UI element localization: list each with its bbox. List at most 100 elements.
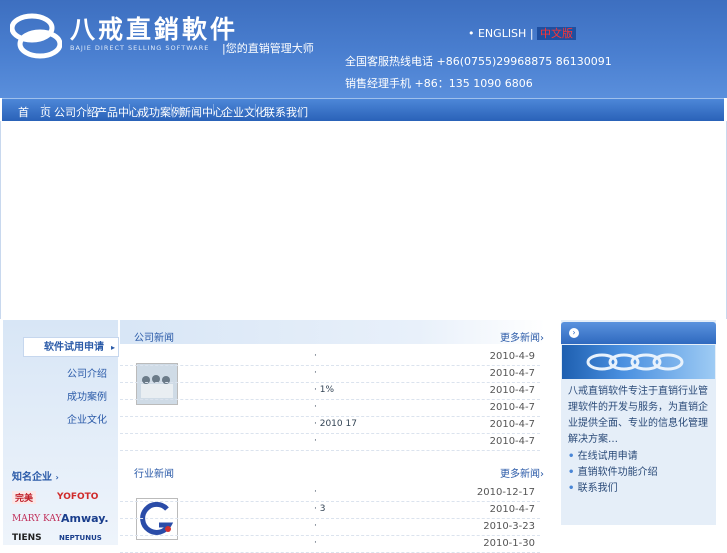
more-label: 更多新闻 — [500, 333, 540, 344]
news-title[interactable]: · — [314, 351, 317, 361]
more-news-link[interactable]: 更多新闻› — [500, 329, 544, 344]
news-date: 2010-4-7 — [489, 504, 535, 515]
news-title[interactable]: · — [314, 402, 317, 412]
news-title[interactable]: · — [314, 436, 317, 446]
header: 八戒直銷軟件 BAJIE DIRECT SELLING SOFTWARE |您的… — [0, 0, 727, 98]
brand-logo[interactable]: 完美 — [12, 491, 37, 504]
nav-contact[interactable]: 联系我们 — [264, 104, 308, 120]
chain-banner-image — [562, 345, 715, 379]
news-title[interactable]: · — [314, 538, 317, 548]
mobile-line: 销售经理手机 +86：135 1090 6806 — [345, 75, 533, 91]
link-label: 在线试用申请 — [577, 451, 638, 462]
company-news-section: 公司新闻 更多新闻› · 2010-4-9 · 2010-4-7 · 1% 2010-… — [120, 320, 550, 460]
mobile-number: +86：135 1090 6806 — [414, 77, 533, 90]
nav-products[interactable]: 产品中心 — [96, 104, 140, 120]
right-panel-header: › — [561, 322, 716, 344]
bullet-icon: • — [568, 451, 575, 462]
famous-title-text: 知名企业 — [12, 472, 52, 483]
news-date: 2010-4-7 — [489, 436, 535, 447]
news-row[interactable]: · 2010-4-9 — [120, 348, 540, 366]
sidebar-item-about[interactable]: 公司介绍 — [3, 365, 107, 380]
nav-home[interactable]: 首 页 — [18, 104, 51, 120]
news-date: 2010-4-7 — [489, 368, 535, 379]
logo-subtitle: BAJIE DIRECT SELLING SOFTWARE — [70, 44, 210, 52]
news-row[interactable]: · 2010-1-30 — [120, 535, 540, 553]
news-title[interactable]: · — [314, 368, 317, 378]
sidebar-item-culture[interactable]: 企业文化 — [3, 411, 107, 426]
nav-separator — [171, 104, 172, 116]
news-row[interactable]: · 2010-4-7 — [120, 365, 540, 383]
language-switcher: • ENGLISH | 中文版 — [468, 25, 577, 41]
intro-text: 八戒直销软件专注于直销行业管理软件的开发与服务，为直销企业提供全面、专业的信息化… — [568, 386, 708, 445]
nav-news[interactable]: 新闻中心 — [180, 104, 224, 120]
nav-separator — [255, 104, 256, 116]
brand-logo[interactable]: YOFOTO — [57, 492, 98, 502]
link-label: 联系我们 — [577, 483, 618, 494]
bullet-icon: • — [568, 467, 575, 478]
industry-news-section: 行业新闻 更多新闻› · 2010-12-17 · 3 2010-4-7 · 2010… — [120, 455, 550, 553]
hotline: 全国客服热线电话 +86(0755)29968875 86130091 — [345, 53, 612, 69]
lang-divider: | — [529, 27, 534, 40]
news-date: 2010-4-7 — [489, 419, 535, 430]
sidebar-item-label: 软件试用申请 — [44, 342, 104, 353]
sidebar-item-trial[interactable]: 软件试用申请 ▸ — [23, 337, 119, 357]
arrow-right-icon: › — [540, 333, 544, 344]
section-header: 行业新闻 更多新闻› — [120, 455, 545, 480]
link-label: 直销软件功能介绍 — [577, 467, 658, 478]
nav-separator — [129, 104, 130, 116]
features-link[interactable]: • 直销软件功能介绍 — [568, 463, 658, 478]
sidebar: 软件试用申请 ▸ 公司介绍 成功案例 企业文化 知名企业 › 完美 YOFOTO… — [3, 320, 119, 545]
famous-companies-title: 知名企业 › — [12, 468, 59, 483]
hotline-number: +86(0755)29968875 86130091 — [436, 55, 612, 68]
english-link[interactable]: • ENGLISH — [468, 27, 526, 40]
news-title[interactable]: · 2010 17 — [314, 419, 357, 429]
news-date: 2010-12-17 — [476, 487, 535, 498]
news-row[interactable]: · 2010-4-7 — [120, 399, 540, 417]
chevron-right-icon: › — [569, 328, 579, 338]
nav-cases[interactable]: 成功案例 — [138, 104, 182, 120]
brand-logo[interactable]: Amway. — [61, 512, 109, 525]
mobile-label: 销售经理手机 — [345, 77, 411, 90]
slogan: |您的直销管理大师 — [222, 42, 314, 55]
nav-separator — [213, 104, 214, 116]
section-title: 行业新闻 — [134, 469, 174, 480]
news-date: 2010-3-23 — [483, 521, 535, 532]
brand-logo[interactable]: TIENS — [12, 533, 42, 543]
brand-logo[interactable]: MARY KAY — [12, 514, 61, 524]
arrow-right-icon: ▸ — [110, 343, 115, 352]
nav-about[interactable]: 公司介绍 — [54, 104, 98, 120]
contact-link[interactable]: • 联系我们 — [568, 479, 618, 494]
chinese-link[interactable]: 中文版 — [537, 27, 577, 40]
news-date: 2010-4-7 — [489, 385, 535, 396]
hotline-label: 全国客服热线电话 — [345, 55, 433, 68]
news-title[interactable]: · — [314, 521, 317, 531]
news-row[interactable]: · 2010 17 2010-4-7 — [120, 416, 540, 434]
news-row[interactable]: · 2010-3-23 — [120, 518, 540, 536]
logo-icon[interactable] — [9, 12, 63, 60]
nav-culture[interactable]: 企业文化 — [222, 104, 266, 120]
trial-link[interactable]: • 在线试用申请 — [568, 447, 638, 462]
nav-separator — [87, 104, 88, 116]
bullet-icon: • — [568, 483, 575, 494]
news-title[interactable]: · — [314, 487, 317, 497]
news-row[interactable]: · 2010-4-7 — [120, 433, 540, 451]
news-row[interactable]: · 1% 2010-4-7 — [120, 382, 540, 400]
sidebar-item-cases[interactable]: 成功案例 — [3, 388, 107, 403]
more-label: 更多新闻 — [500, 469, 540, 480]
arrow-right-icon: › — [540, 469, 544, 480]
section-title: 公司新闻 — [134, 333, 174, 344]
right-panel: › 八戒直销软件专注于直销行业管理软件的开发与服务，为直销企业提供全面、专业的信… — [561, 320, 716, 525]
nav-separator — [44, 104, 45, 116]
news-title[interactable]: · 1% — [314, 385, 334, 395]
brand-logo[interactable]: NEPTUNUS — [59, 534, 102, 542]
news-title[interactable]: · 3 — [314, 504, 325, 514]
logo-text: 八戒直銷軟件 — [70, 15, 239, 44]
news-date: 2010-4-7 — [489, 402, 535, 413]
news-row[interactable]: · 2010-12-17 — [120, 484, 540, 502]
section-header: 公司新闻 更多新闻› — [120, 320, 545, 344]
more-news-link[interactable]: 更多新闻› — [500, 465, 544, 480]
news-date: 2010-1-30 — [483, 538, 535, 549]
news-row[interactable]: · 3 2010-4-7 — [120, 501, 540, 519]
main-nav: 首 页 公司介绍 产品中心 成功案例 新闻中心 企业文化 联系我们 — [2, 98, 724, 121]
banner-area — [0, 121, 727, 319]
